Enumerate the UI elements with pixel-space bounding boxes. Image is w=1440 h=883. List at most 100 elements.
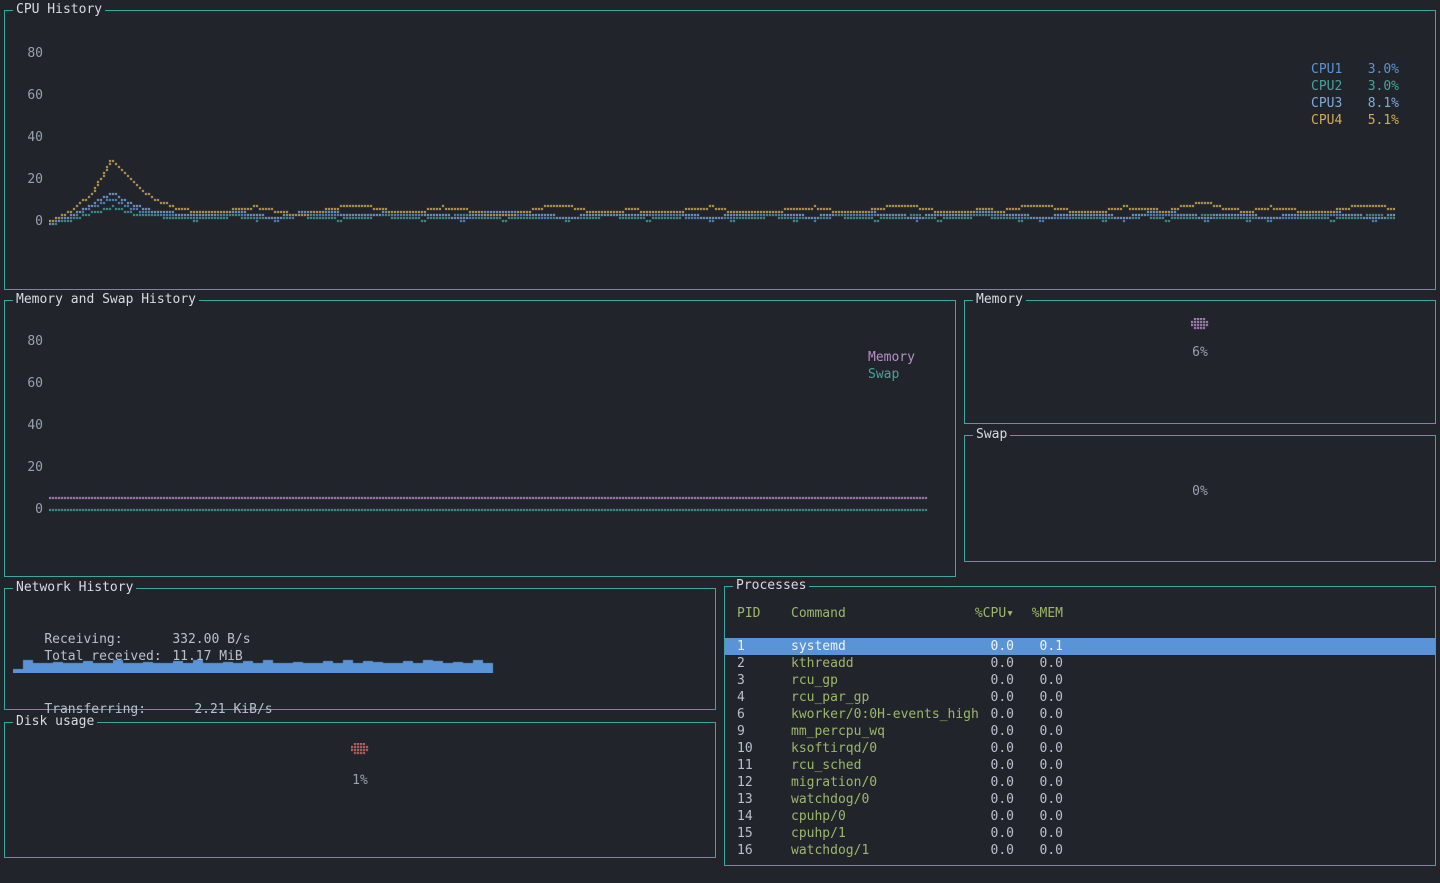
y-axis-tick-label: 60	[13, 377, 43, 391]
memory-swap-legend: MemorySwap	[868, 349, 915, 383]
disk-pie-icon	[351, 743, 369, 755]
y-axis-tick-label: 40	[13, 131, 43, 145]
process-pid: 11	[737, 757, 791, 774]
process-cpu-percent: 0.0	[954, 808, 1014, 825]
disk-usage-panel-title: Disk usage	[13, 714, 97, 729]
process-pid: 12	[737, 774, 791, 791]
column-header-pid[interactable]: PID	[737, 605, 791, 622]
cpu-legend-item: CPU1 3.0%	[1311, 61, 1399, 78]
memory-panel: Memory 6%	[964, 300, 1436, 424]
process-table-rows: 1systemd0.00.12kthreadd0.00.03rcu_gp0.00…	[725, 638, 1435, 859]
process-row[interactable]: 1systemd0.00.1	[725, 638, 1435, 655]
process-cpu-percent: 0.0	[954, 638, 1014, 655]
cpu-legend-value: 3.0%	[1368, 61, 1399, 78]
process-command: kthreadd	[791, 655, 954, 672]
process-mem-percent: 0.0	[1014, 774, 1063, 791]
process-command: kworker/0:0H-events_high	[791, 706, 954, 723]
process-row[interactable]: 9mm_percpu_wq0.00.0	[725, 723, 1435, 740]
process-cpu-percent: 0.0	[954, 723, 1014, 740]
process-mem-percent: 0.0	[1014, 740, 1063, 757]
process-pid: 2	[737, 655, 791, 672]
column-header-cpu[interactable]: %CPU▾	[954, 605, 1014, 622]
memory-swap-legend-item: Memory	[868, 349, 915, 366]
swap-panel: Swap 0%	[964, 435, 1436, 562]
process-mem-percent: 0.0	[1014, 672, 1063, 689]
process-pid: 13	[737, 791, 791, 808]
column-header-command[interactable]: Command	[791, 605, 954, 622]
process-pid: 15	[737, 825, 791, 842]
process-row[interactable]: 13watchdog/00.00.0	[725, 791, 1435, 808]
process-row[interactable]: 16watchdog/10.00.0	[725, 842, 1435, 859]
cpu-legend-item: CPU23.0%	[1311, 78, 1399, 95]
memory-swap-history-panel: Memory and Swap History 020406080 Memory…	[4, 300, 956, 577]
process-row[interactable]: 12migration/00.00.0	[725, 774, 1435, 791]
y-axis-tick-label: 0	[13, 215, 43, 229]
disk-percent: 1%	[5, 773, 715, 788]
process-mem-percent: 0.0	[1014, 842, 1063, 859]
y-axis-tick-label: 80	[13, 335, 43, 349]
process-row[interactable]: 2kthreadd0.00.0	[725, 655, 1435, 672]
cpu-legend-value: 8.1%	[1368, 95, 1399, 112]
process-command: cpuhp/0	[791, 808, 954, 825]
process-cpu-percent: 0.0	[954, 706, 1014, 723]
process-mem-percent: 0.0	[1014, 808, 1063, 825]
process-pid: 1	[737, 638, 791, 655]
memory-swap-history-panel-title: Memory and Swap History	[13, 292, 199, 307]
swap-percent: 0%	[965, 484, 1435, 499]
memory-pie-icon	[1191, 318, 1209, 330]
process-command: cpuhp/1	[791, 825, 954, 842]
process-pid: 3	[737, 672, 791, 689]
memory-swap-legend-item: Swap	[868, 366, 915, 383]
process-pid: 4	[737, 689, 791, 706]
process-pid: 16	[737, 842, 791, 859]
process-command: watchdog/0	[791, 791, 954, 808]
y-axis-tick-label: 20	[13, 173, 43, 187]
y-axis-tick-label: 80	[13, 47, 43, 61]
cpu-legend-label: CPU4	[1311, 112, 1342, 129]
process-command: systemd	[791, 638, 954, 655]
process-row[interactable]: 4rcu_par_gp0.00.0	[725, 689, 1435, 706]
process-row[interactable]: 10ksoftirqd/00.00.0	[725, 740, 1435, 757]
process-cpu-percent: 0.0	[954, 842, 1014, 859]
network-history-panel-title: Network History	[13, 580, 136, 595]
memory-panel-title: Memory	[973, 292, 1026, 307]
process-mem-percent: 0.0	[1014, 791, 1063, 808]
column-header-mem[interactable]: %MEM	[1014, 605, 1063, 622]
process-cpu-percent: 0.0	[954, 672, 1014, 689]
process-cpu-percent: 0.0	[954, 825, 1014, 842]
process-mem-percent: 0.1	[1014, 638, 1063, 655]
process-mem-percent: 0.0	[1014, 825, 1063, 842]
process-mem-percent: 0.0	[1014, 723, 1063, 740]
process-pid: 6	[737, 706, 791, 723]
process-row[interactable]: 15cpuhp/10.00.0	[725, 825, 1435, 842]
process-cpu-percent: 0.0	[954, 689, 1014, 706]
disk-usage-panel: Disk usage 1%	[4, 722, 716, 858]
process-row[interactable]: 14cpuhp/00.00.0	[725, 808, 1435, 825]
swap-panel-title: Swap	[973, 427, 1010, 442]
process-row[interactable]: 11rcu_sched0.00.0	[725, 757, 1435, 774]
cpu-legend-label: CPU2	[1311, 78, 1342, 95]
process-command: mm_percpu_wq	[791, 723, 954, 740]
process-table-header: PID Command %CPU▾ %MEM	[725, 605, 1435, 622]
process-pid: 9	[737, 723, 791, 740]
process-row[interactable]: 6kworker/0:0H-events_high0.00.0	[725, 706, 1435, 723]
cpu-legend-label: CPU1	[1311, 61, 1342, 78]
process-command: ksoftirqd/0	[791, 740, 954, 757]
process-command: rcu_par_gp	[791, 689, 954, 706]
process-pid: 10	[737, 740, 791, 757]
process-row[interactable]: 3rcu_gp0.00.0	[725, 672, 1435, 689]
cpu-legend-label: CPU3	[1311, 95, 1342, 112]
cpu-legend-value: 5.1%	[1368, 112, 1399, 129]
y-axis-tick-label: 0	[13, 503, 43, 517]
memory-swap-history-chart	[49, 335, 929, 525]
network-history-chart	[13, 647, 713, 673]
cpu-history-panel: CPU History 020406080 CPU13.0%CPU23.0%CP…	[4, 10, 1436, 290]
process-command: rcu_sched	[791, 757, 954, 774]
process-cpu-percent: 0.0	[954, 655, 1014, 672]
memory-percent: 6%	[965, 345, 1435, 360]
processes-panel-title: Processes	[733, 578, 809, 593]
transferring-value: 2.21 KiB/s	[194, 702, 272, 717]
process-command: migration/0	[791, 774, 954, 791]
cpu-legend-item: CPU4 5.1%	[1311, 112, 1399, 129]
y-axis-tick-label: 40	[13, 419, 43, 433]
